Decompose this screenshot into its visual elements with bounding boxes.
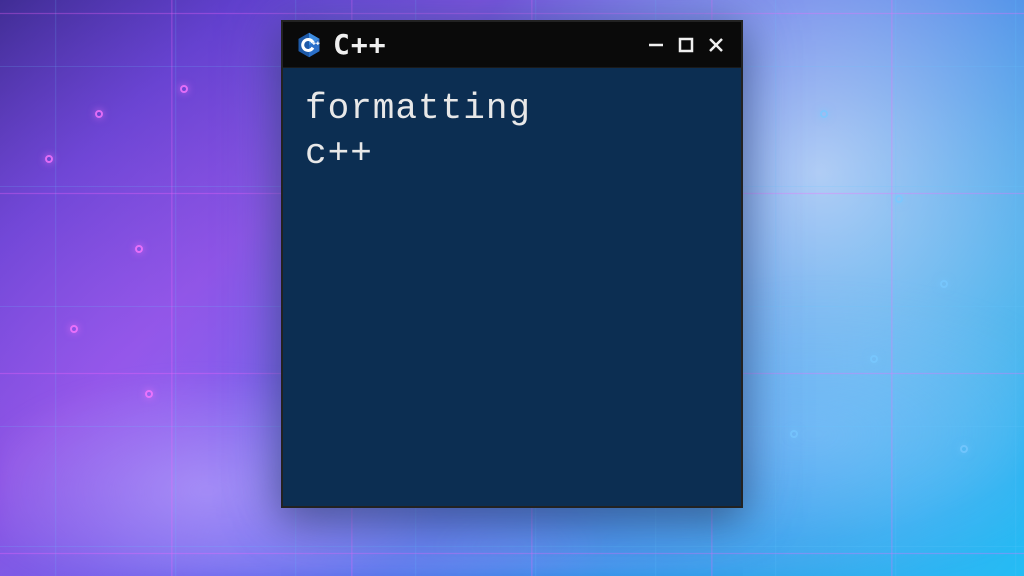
window-title: C++	[333, 28, 633, 61]
minimize-button[interactable]	[643, 32, 669, 58]
content-text: formatting c++	[305, 86, 719, 176]
close-button[interactable]	[703, 32, 729, 58]
titlebar[interactable]: C++	[283, 22, 741, 68]
content-line-2: c++	[305, 133, 373, 174]
app-window: C++ formatting c++	[281, 20, 743, 508]
maximize-button[interactable]	[673, 32, 699, 58]
content-line-1: formatting	[305, 88, 531, 129]
cpp-logo-icon	[295, 31, 323, 59]
window-controls	[643, 32, 729, 58]
content-area: formatting c++	[283, 68, 741, 506]
